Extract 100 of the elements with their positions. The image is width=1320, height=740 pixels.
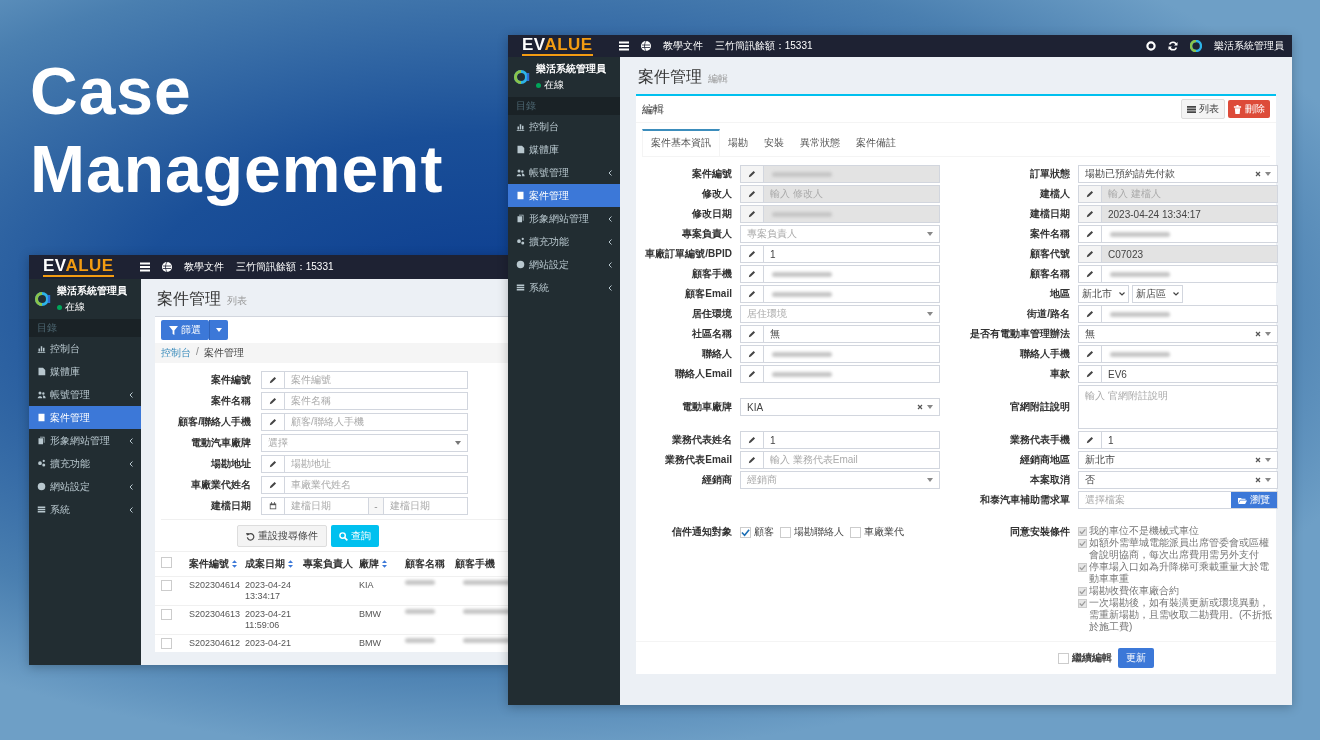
filter-label: 案件名稱	[210, 394, 251, 408]
top-bar-link[interactable]: 三竹簡訊餘額：15331	[235, 260, 334, 274]
text-field[interactable]: C07023	[1078, 245, 1278, 263]
text-field[interactable]: 1	[740, 245, 940, 263]
menu-icon[interactable]	[618, 41, 629, 51]
sidebar-item[interactable]: 控制台	[508, 115, 620, 138]
field-label: 地區	[1049, 287, 1070, 301]
users-icon	[37, 390, 46, 399]
column-header[interactable]: 專案負責人	[303, 557, 359, 571]
pencil-icon	[748, 456, 756, 464]
clear-icon[interactable]	[1255, 171, 1261, 177]
filter-label: 建檔日期	[209, 499, 251, 513]
sidebar-item[interactable]: 網站設定	[508, 253, 620, 276]
top-bar-link[interactable]: 教學文件	[662, 39, 703, 53]
text-field[interactable]	[740, 165, 940, 183]
pencil-icon	[269, 481, 277, 489]
update-button[interactable]: 更新	[1118, 648, 1154, 668]
column-header[interactable]: 廠牌	[359, 557, 405, 571]
menu-icon[interactable]	[139, 262, 150, 272]
clear-icon[interactable]	[1255, 457, 1261, 463]
sidebar-item[interactable]: 媒體庫	[508, 138, 620, 161]
tab[interactable]: 案件備註	[848, 129, 904, 156]
page-subtitle: 列表	[227, 294, 247, 308]
column-header[interactable]: 顧客手機	[455, 557, 507, 571]
dropdown[interactable]: KIA	[740, 398, 940, 416]
sidebar-item[interactable]: 系統	[508, 276, 620, 299]
tab[interactable]: 案件基本資訊	[642, 129, 720, 156]
sidebar-item[interactable]: 系統	[29, 498, 141, 521]
sidebar-item[interactable]: 媒體庫	[29, 360, 141, 383]
checkbox[interactable]	[161, 638, 172, 649]
text-field[interactable]: EV6	[1078, 365, 1278, 383]
dropdown[interactable]: 無	[1078, 325, 1278, 343]
breadcrumb-link[interactable]: 控制台	[161, 346, 191, 360]
text-field[interactable]: 無	[740, 325, 940, 343]
file-field[interactable]: 選擇檔案 瀏覽	[1078, 491, 1278, 509]
column-header[interactable]: 顧客名稱	[405, 557, 455, 571]
sidebar-item[interactable]: 形象網站管理	[29, 429, 141, 452]
checkbox[interactable]	[1058, 652, 1069, 664]
dropdown[interactable]: 新北市	[1078, 451, 1278, 469]
pencil-icon	[748, 210, 756, 218]
field-label: 電動車廠牌	[681, 400, 732, 414]
dropdown-toggle[interactable]	[209, 320, 228, 340]
checkbox[interactable]	[740, 526, 751, 538]
text-field[interactable]: 1	[740, 431, 940, 449]
dropdown[interactable]: 新北市	[1078, 285, 1129, 303]
sidebar-item[interactable]: 網站設定	[29, 475, 141, 498]
list-button[interactable]: 列表	[1181, 99, 1225, 119]
sidebar-item[interactable]: 帳號管理	[508, 161, 620, 184]
text-field[interactable]: 1	[1078, 431, 1278, 449]
filter-button[interactable]: 篩選	[161, 320, 209, 340]
refresh-icon[interactable]	[1168, 41, 1178, 51]
checkbox[interactable]	[780, 526, 791, 538]
clear-icon[interactable]	[917, 404, 923, 410]
text-field[interactable]	[740, 285, 940, 303]
dropdown[interactable]: 新店區	[1132, 285, 1183, 303]
status-dot	[57, 304, 62, 310]
text-field[interactable]	[740, 345, 940, 363]
sidebar-item[interactable]: 控制台	[29, 337, 141, 360]
table-cell-text: S202304612	[189, 638, 242, 648]
table-cell-text: KIA	[359, 580, 375, 590]
account-name[interactable]: 樂活系統管理員	[1214, 39, 1284, 53]
dropdown[interactable]: 否	[1078, 471, 1278, 489]
checkbox[interactable]	[161, 557, 172, 568]
browse-button[interactable]: 瀏覽	[1231, 492, 1277, 508]
dropdown[interactable]: 場勘已預約請先付款	[1078, 165, 1278, 183]
text-field[interactable]	[740, 265, 940, 283]
filter-label: 車廠業代姓名	[190, 478, 251, 492]
tab[interactable]: 安裝	[756, 129, 792, 156]
tab[interactable]: 場勘	[720, 129, 756, 156]
checkbox[interactable]	[850, 526, 861, 538]
sidebar-item[interactable]: 擴充功能	[29, 452, 141, 475]
avatar-icon[interactable]	[1190, 40, 1202, 52]
table-cell-text: BMW	[359, 638, 382, 648]
text-field[interactable]: 2023-04-24 13:34:17	[1078, 205, 1278, 223]
text-field[interactable]	[740, 365, 940, 383]
tab[interactable]: 異常狀態	[792, 129, 848, 156]
reset-button[interactable]: 重設搜尋條件	[237, 525, 327, 547]
bar-chart-icon	[37, 344, 46, 353]
pencil-icon	[748, 190, 756, 198]
text-field[interactable]	[1078, 225, 1278, 243]
clear-icon[interactable]	[1255, 331, 1261, 337]
checkbox[interactable]	[161, 609, 172, 620]
sidebar-item[interactable]: 案件管理	[508, 184, 620, 207]
column-header[interactable]: 成案日期	[245, 557, 303, 571]
text-field[interactable]	[1078, 305, 1278, 323]
delete-button[interactable]: 刪除	[1228, 100, 1270, 118]
checkbox[interactable]	[161, 580, 172, 591]
sidebar-item[interactable]: 擴充功能	[508, 230, 620, 253]
sidebar-item[interactable]: 帳號管理	[29, 383, 141, 406]
clear-icon[interactable]	[1255, 477, 1261, 483]
top-bar-link[interactable]: 三竹簡訊餘額：15331	[714, 39, 813, 53]
text-field[interactable]	[1078, 345, 1278, 363]
text-field[interactable]	[1078, 265, 1278, 283]
table-cell-text: 13:34:17	[245, 591, 282, 602]
sidebar-item[interactable]: 形象網站管理	[508, 207, 620, 230]
sidebar-item[interactable]: 案件管理	[29, 406, 141, 429]
field-label: 顧客名稱	[1029, 267, 1070, 281]
text-field[interactable]	[740, 205, 940, 223]
top-bar-link[interactable]: 教學文件	[183, 260, 224, 274]
column-header[interactable]: 案件編號	[189, 557, 245, 571]
